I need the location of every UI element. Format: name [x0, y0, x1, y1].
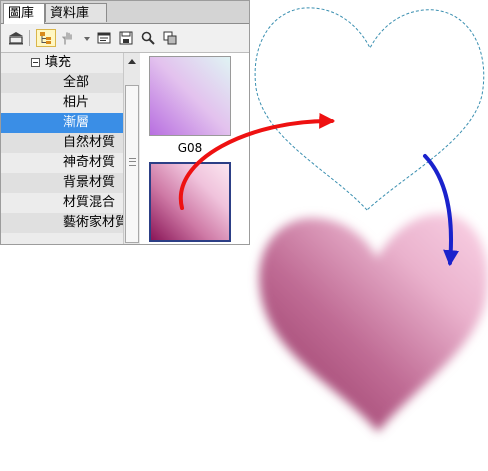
tab-database[interactable]: 資料庫 — [45, 3, 107, 22]
tree-item-label: 背景材質 — [63, 175, 116, 190]
gradient-swatch-selected[interactable] — [149, 162, 231, 242]
tree-item[interactable]: 背景材質 — [1, 173, 123, 193]
hand-icon[interactable] — [59, 29, 77, 47]
gradient-swatch[interactable] — [149, 56, 231, 136]
tree-item-selected[interactable]: 漸層 — [1, 113, 123, 133]
library-icon[interactable] — [7, 29, 25, 47]
tree-item-label: 神奇材質 — [63, 155, 116, 170]
scroll-up-icon[interactable] — [124, 53, 140, 69]
tree-item[interactable]: 相片 — [1, 93, 123, 113]
collapse-icon[interactable] — [31, 58, 40, 67]
tree-item-label: 漸層 — [63, 115, 90, 130]
feathered-heart — [259, 213, 488, 432]
tree-item-label: 藝術家材質 — [63, 215, 123, 230]
chevron-down-icon[interactable] — [84, 37, 90, 41]
copy-icon[interactable] — [161, 29, 179, 47]
tree-item[interactable]: 自然材質 — [1, 133, 123, 153]
tree-item[interactable]: 全部 — [1, 73, 123, 93]
swatch-label: G08 — [177, 141, 203, 155]
tree-item-label: 相片 — [63, 95, 90, 110]
tree-root[interactable]: 填充 — [1, 53, 123, 73]
library-panel: 圖庫 資料庫 填充 全部 相片 漸層 自然材質 神奇材質 背景材質 材質混合 藝… — [0, 0, 250, 245]
tree-root-label: 填充 — [45, 55, 72, 70]
category-tree: 填充 全部 相片 漸層 自然材質 神奇材質 背景材質 材質混合 藝術家材質 — [1, 53, 123, 244]
tree-item[interactable]: 藝術家材質 — [1, 213, 123, 233]
tree-item-label: 材質混合 — [63, 195, 116, 210]
swatch-gallery: G08 — [141, 53, 249, 244]
tab-bar: 圖庫 資料庫 — [1, 1, 249, 24]
tree-item-label: 自然材質 — [63, 135, 116, 150]
toolbar — [1, 24, 249, 53]
tab-library[interactable]: 圖庫 — [3, 3, 45, 24]
tree-item-label: 全部 — [63, 75, 90, 90]
blue-arrow — [423, 154, 460, 267]
search-icon[interactable] — [139, 29, 157, 47]
scroll-thumb[interactable] — [125, 85, 139, 243]
tree-item[interactable]: 神奇材質 — [1, 153, 123, 173]
tree-scrollbar[interactable] — [123, 53, 140, 244]
tree-view-icon[interactable] — [36, 29, 56, 47]
heart-selection-outline — [254, 7, 485, 211]
tree-item[interactable]: 材質混合 — [1, 193, 123, 213]
save-icon[interactable] — [117, 29, 135, 47]
properties-icon[interactable] — [95, 29, 113, 47]
grip-icon — [129, 158, 136, 166]
